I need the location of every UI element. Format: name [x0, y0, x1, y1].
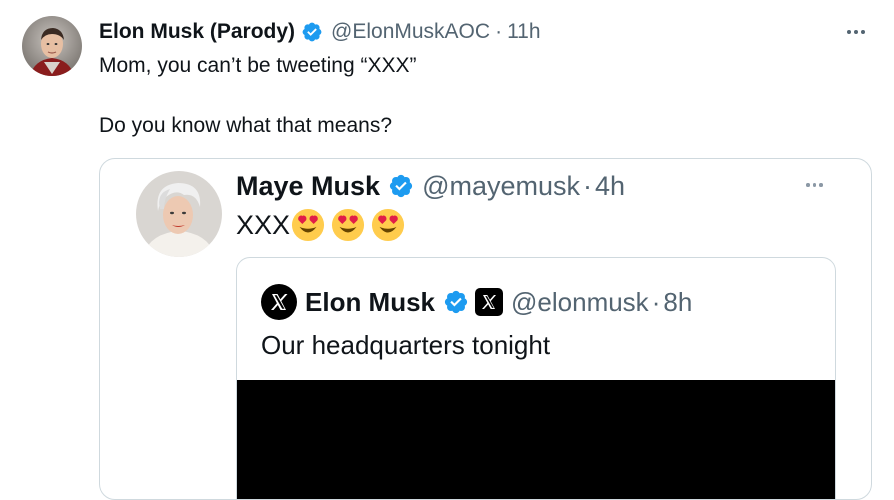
heart-eyes-emoji-icon	[291, 208, 325, 242]
quoted-author-name[interactable]: Maye Musk	[236, 171, 380, 202]
verified-badge-icon[interactable]	[301, 21, 323, 43]
heart-eyes-emoji-icon	[331, 208, 365, 242]
quoted-tweet-card[interactable]: Maye Musk @mayemusk · 4h XXX Elon Musk @…	[99, 158, 872, 500]
quoted-author-avatar[interactable]	[136, 171, 222, 257]
nested-author-handle[interactable]: @elonmusk	[511, 287, 649, 318]
quoted-tweet-text: XXX	[236, 207, 405, 243]
author-name[interactable]: Elon Musk (Parody)	[99, 20, 295, 44]
tweet-time[interactable]: 11h	[507, 20, 540, 44]
tweet-text-line-2: Do you know what that means?	[99, 114, 392, 137]
quoted-text-xxx: XXX	[236, 209, 291, 240]
x-logo-avatar-icon[interactable]	[261, 284, 297, 320]
x-affiliate-badge-icon[interactable]	[475, 288, 504, 316]
nested-tweet-text: Our headquarters tonight	[261, 330, 551, 360]
verified-badge-icon[interactable]	[388, 173, 414, 199]
nested-quote-card[interactable]: Elon Musk @elonmusk · 8h Our headquarter…	[236, 257, 836, 499]
more-horizontal-icon[interactable]	[847, 30, 865, 34]
quoted-tweet-time[interactable]: 4h	[595, 171, 625, 202]
author-avatar[interactable]	[22, 16, 82, 76]
heart-eyes-emoji-icon	[371, 208, 405, 242]
separator-dot: ·	[583, 170, 593, 201]
quoted-author-handle[interactable]: @mayemusk	[422, 171, 580, 202]
nested-tweet-time[interactable]: 8h	[663, 287, 692, 318]
tweet-header: Elon Musk (Parody) @ElonMuskAOC · 11h	[99, 18, 541, 46]
nested-tweet-media[interactable]	[237, 380, 835, 499]
tweet-text-line-1: Mom, you can’t be tweeting “XXX”	[99, 54, 417, 77]
more-horizontal-icon[interactable]	[806, 183, 823, 187]
separator-dot: ·	[651, 286, 661, 317]
author-handle[interactable]: @ElonMuskAOC	[331, 20, 490, 44]
nested-quote-header: Elon Musk @elonmusk · 8h	[261, 284, 692, 320]
nested-author-name[interactable]: Elon Musk	[305, 287, 435, 318]
verified-badge-icon[interactable]	[443, 289, 469, 315]
quoted-tweet-header: Maye Musk @mayemusk · 4h	[236, 169, 625, 203]
separator-dot: ·	[495, 20, 503, 43]
